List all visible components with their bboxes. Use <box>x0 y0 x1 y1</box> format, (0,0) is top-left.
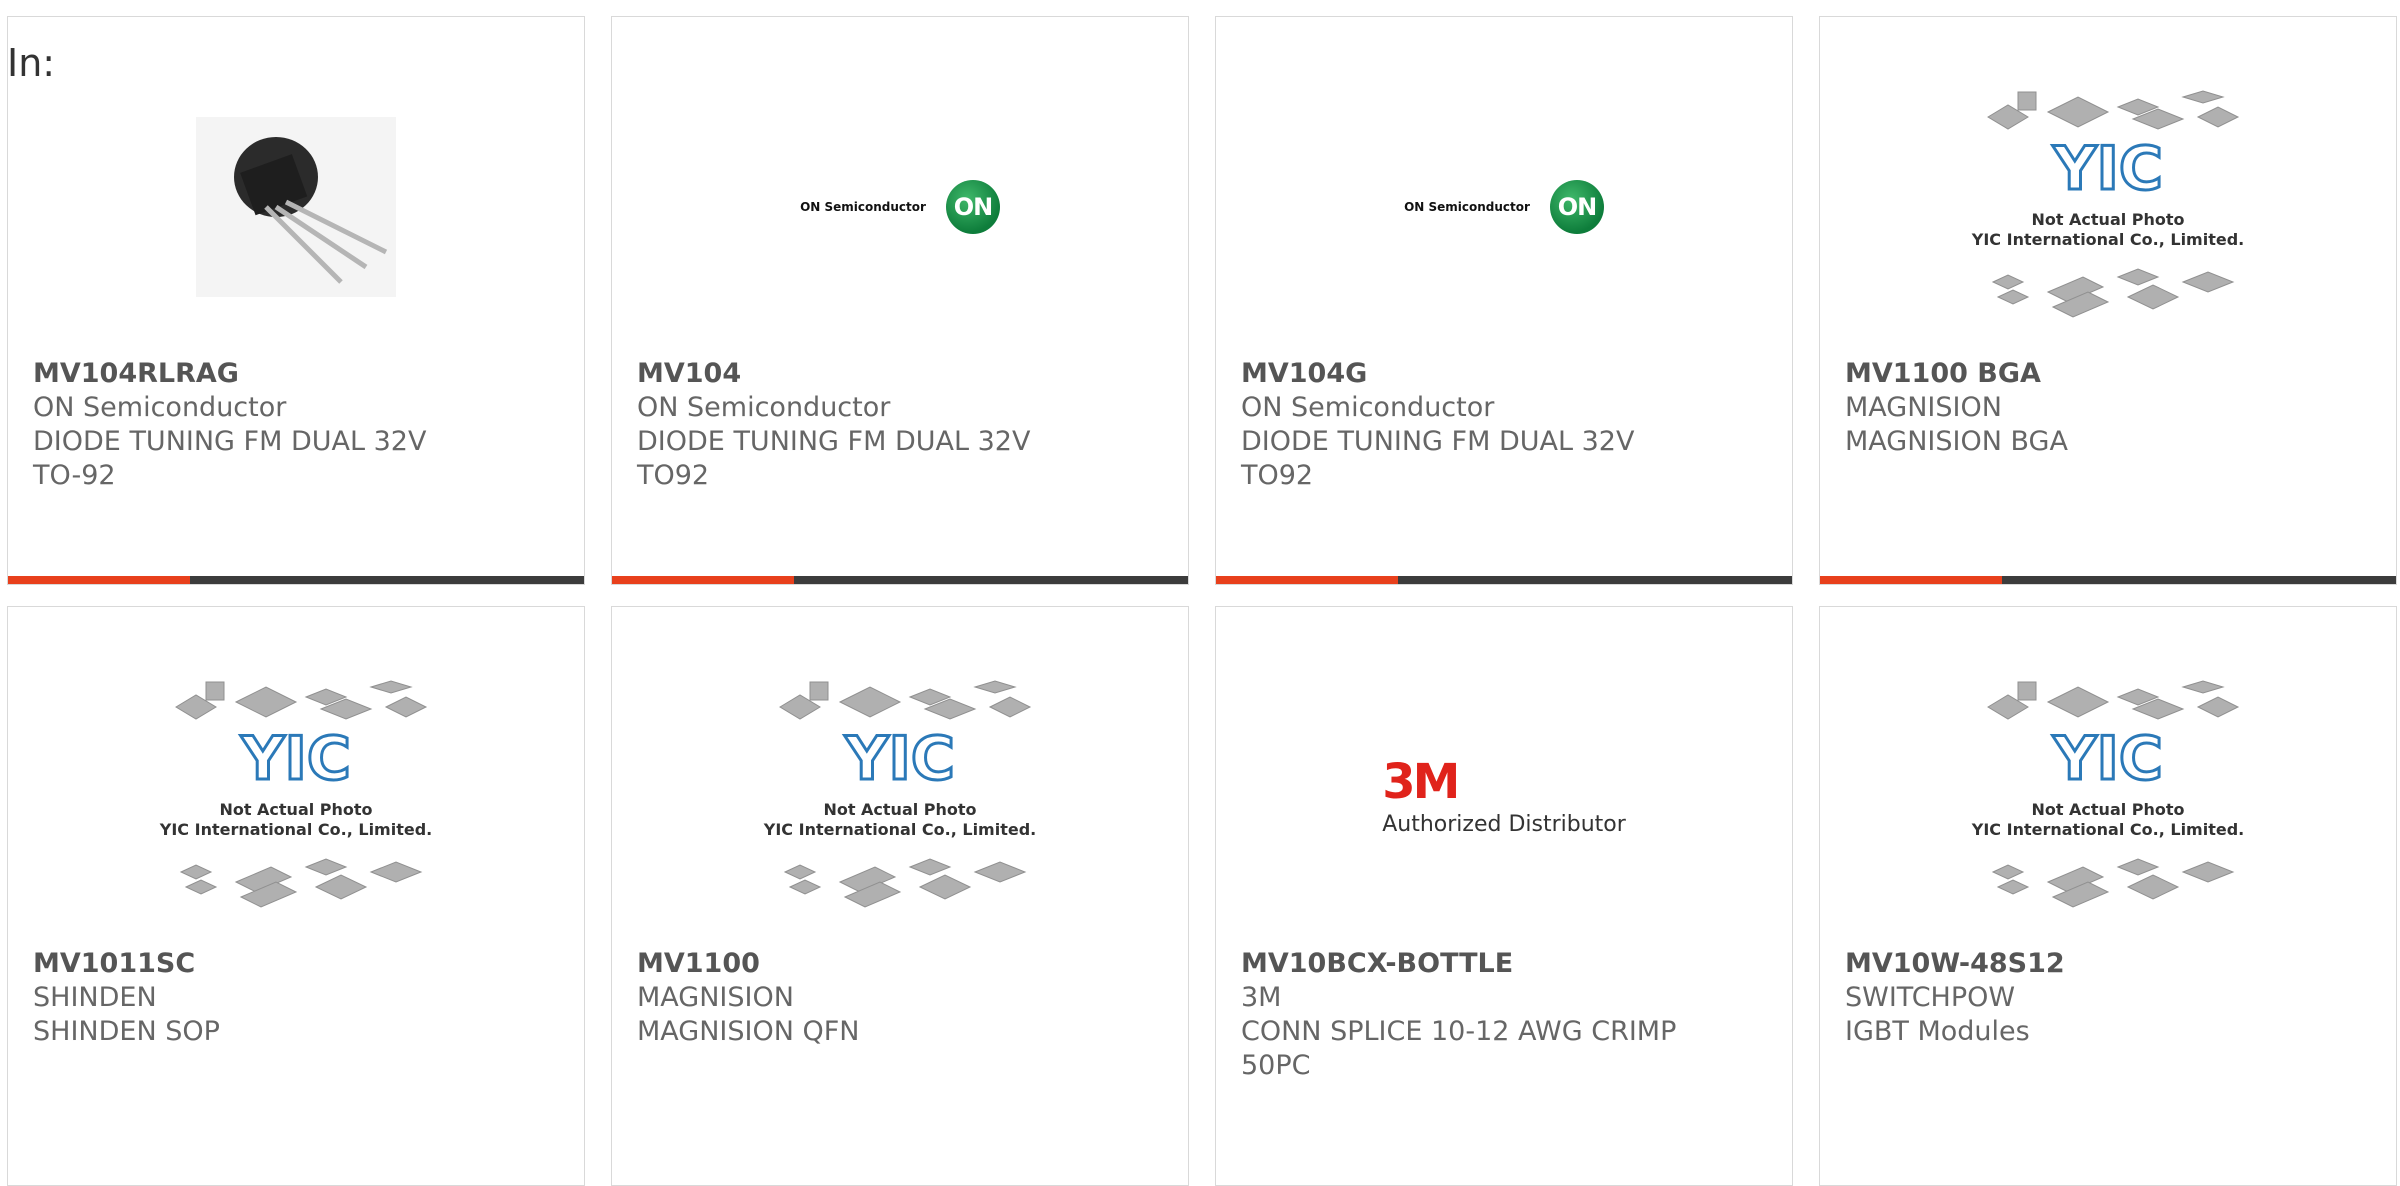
on-logo-text: ON Semiconductor <box>800 200 926 214</box>
product-card[interactable]: 3M Authorized Distributor MV10BCX-BOTTLE… <box>1215 606 1793 1186</box>
3m-logo: 3M Authorized Distributor <box>1382 758 1626 837</box>
product-image[interactable]: YIC Not Actual Photo YIC International C… <box>1820 647 2396 947</box>
yic-note-line2: YIC International Co., Limited. <box>1971 230 2244 249</box>
description: MAGNISION QFN <box>637 1016 860 1047</box>
product-info: MV104 ON Semiconductor DIODE TUNING FM D… <box>637 357 1030 493</box>
description: SHINDEN SOP <box>33 1016 220 1047</box>
on-logo-text: ON Semiconductor <box>1404 200 1530 214</box>
part-number[interactable]: MV10BCX-BOTTLE <box>1241 947 1676 981</box>
description: DIODE TUNING FM DUAL 32V <box>637 426 1031 457</box>
on-semiconductor-logo: ON Semiconductor ON <box>800 180 1000 234</box>
manufacturer: SHINDEN <box>33 982 157 1013</box>
description: IGBT Modules <box>1845 1016 2030 1047</box>
package: TO-92 <box>33 460 116 491</box>
product-card[interactable]: ON Semiconductor ON MV104G ON Semiconduc… <box>1215 16 1793 585</box>
yic-note-line1: Not Actual Photo <box>2031 210 2184 229</box>
product-image[interactable]: ON Semiconductor ON <box>1216 57 1792 357</box>
card-bar <box>612 576 1188 584</box>
yic-note-line1: Not Actual Photo <box>823 800 976 819</box>
card-bar-accent <box>612 576 794 584</box>
transistor-image <box>196 117 396 297</box>
product-image[interactable]: YIC Not Actual Photo YIC International C… <box>612 647 1188 947</box>
manufacturer: SWITCHPOW <box>1845 982 2016 1013</box>
part-number[interactable]: MV10W-48S12 <box>1845 947 2065 981</box>
yic-note-line1: Not Actual Photo <box>2031 800 2184 819</box>
package: TO92 <box>1241 460 1314 491</box>
description: MAGNISION BGA <box>1845 426 2068 457</box>
product-image[interactable]: ON Semiconductor ON <box>612 57 1188 357</box>
card-bar-accent <box>8 576 190 584</box>
product-info: MV104G ON Semiconductor DIODE TUNING FM … <box>1241 357 1634 493</box>
part-number[interactable]: MV1100 BGA <box>1845 357 2068 391</box>
product-image[interactable]: YIC Not Actual Photo YIC International C… <box>8 647 584 947</box>
yic-note-line1: Not Actual Photo <box>219 800 372 819</box>
yic-logo-mark: YIC <box>2052 724 2163 794</box>
yic-note-line2: YIC International Co., Limited. <box>763 820 1036 839</box>
yic-placeholder-image: YIC Not Actual Photo YIC International C… <box>159 680 432 908</box>
product-card[interactable]: MV104RLRAG ON Semiconductor DIODE TUNING… <box>7 16 585 585</box>
product-info: MV104RLRAG ON Semiconductor DIODE TUNING… <box>33 357 426 493</box>
yic-logo-mark: YIC <box>2052 134 2163 204</box>
package: 50PC <box>1241 1050 1311 1081</box>
yic-placeholder-image: YIC Not Actual Photo YIC International C… <box>1971 90 2244 318</box>
product-info: MV1011SC SHINDEN SHINDEN SOP <box>33 947 220 1049</box>
manufacturer: MAGNISION <box>1845 392 2002 423</box>
yic-placeholder-image: YIC Not Actual Photo YIC International C… <box>763 680 1036 908</box>
in-label: In: <box>7 41 56 85</box>
product-card[interactable]: YIC Not Actual Photo YIC International C… <box>7 606 585 1186</box>
yic-note-line2: YIC International Co., Limited. <box>1971 820 2244 839</box>
manufacturer: 3M <box>1241 982 1282 1013</box>
manufacturer: ON Semiconductor <box>637 392 891 423</box>
manufacturer: ON Semiconductor <box>33 392 287 423</box>
3m-logo-mark: 3M <box>1382 753 1460 810</box>
product-info: MV10W-48S12 SWITCHPOW IGBT Modules <box>1845 947 2065 1049</box>
product-image[interactable]: YIC Not Actual Photo YIC International C… <box>1820 57 2396 357</box>
part-number[interactable]: MV104RLRAG <box>33 357 426 391</box>
yic-placeholder-image: YIC Not Actual Photo YIC International C… <box>1971 680 2244 908</box>
yic-logo-mark: YIC <box>240 724 351 794</box>
card-bar <box>8 576 584 584</box>
on-semiconductor-logo: ON Semiconductor ON <box>1404 180 1604 234</box>
package: TO92 <box>637 460 710 491</box>
description: DIODE TUNING FM DUAL 32V <box>33 426 427 457</box>
card-bar <box>1216 576 1792 584</box>
3m-logo-subtitle: Authorized Distributor <box>1382 811 1626 837</box>
manufacturer: MAGNISION <box>637 982 794 1013</box>
product-info: MV10BCX-BOTTLE 3M CONN SPLICE 10-12 AWG … <box>1241 947 1676 1083</box>
part-number[interactable]: MV1011SC <box>33 947 220 981</box>
yic-logo-mark: YIC <box>844 724 955 794</box>
part-number[interactable]: MV1100 <box>637 947 860 981</box>
description: DIODE TUNING FM DUAL 32V <box>1241 426 1635 457</box>
product-card[interactable]: ON Semiconductor ON MV104 ON Semiconduct… <box>611 16 1189 585</box>
product-card[interactable]: YIC Not Actual Photo YIC International C… <box>611 606 1189 1186</box>
product-card[interactable]: YIC Not Actual Photo YIC International C… <box>1819 606 2397 1186</box>
product-image[interactable] <box>8 57 584 357</box>
product-image[interactable]: 3M Authorized Distributor <box>1216 647 1792 947</box>
description: CONN SPLICE 10-12 AWG CRIMP <box>1241 1016 1677 1047</box>
part-number[interactable]: MV104 <box>637 357 1030 391</box>
product-info: MV1100 MAGNISION MAGNISION QFN <box>637 947 860 1049</box>
on-logo-mark: ON <box>945 180 1000 234</box>
part-number[interactable]: MV104G <box>1241 357 1634 391</box>
manufacturer: ON Semiconductor <box>1241 392 1495 423</box>
card-bar <box>1820 576 2396 584</box>
card-bar-accent <box>1216 576 1398 584</box>
yic-note-line2: YIC International Co., Limited. <box>159 820 432 839</box>
card-bar-accent <box>1820 576 2002 584</box>
on-logo-mark: ON <box>1549 180 1604 234</box>
product-card[interactable]: YIC Not Actual Photo YIC International C… <box>1819 16 2397 585</box>
product-info: MV1100 BGA MAGNISION MAGNISION BGA <box>1845 357 2068 459</box>
